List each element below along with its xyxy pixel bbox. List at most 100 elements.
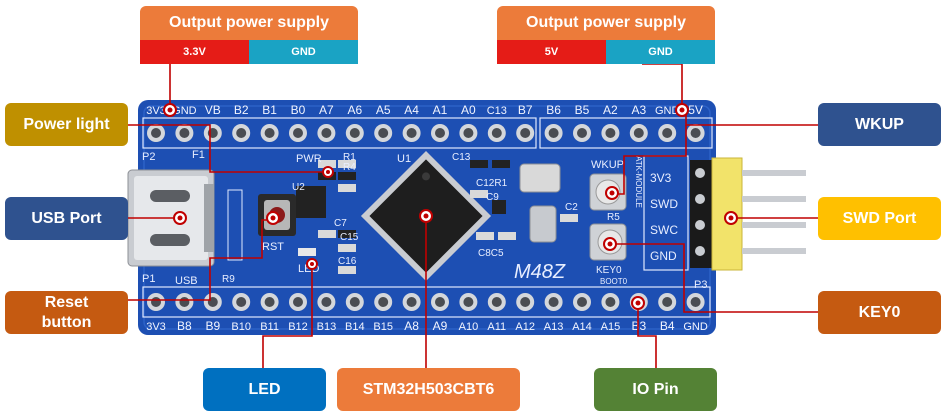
pin-label: B10 (231, 321, 251, 333)
pin-label: A0 (461, 103, 476, 117)
pin-label: A15 (601, 321, 621, 333)
pin-hole (605, 297, 616, 307)
pin-hole (236, 128, 247, 138)
callout-led: LED (203, 368, 326, 411)
silk-p2: P2 (142, 151, 155, 163)
silk-p3: P3 (694, 279, 707, 291)
silk-u1: U1 (397, 153, 411, 165)
pin-hole (179, 297, 190, 307)
supply-right-gnd: GND (606, 40, 715, 64)
pin-label: B13 (317, 321, 337, 333)
pin-hole (463, 297, 474, 307)
pin-label: A14 (572, 321, 592, 333)
callout-io-pin: IO Pin (594, 368, 717, 411)
silk-c12r1: C12R1 (476, 178, 508, 189)
pin-hole (264, 297, 275, 307)
callout-reset-button: Reset button (5, 291, 128, 334)
pin-label: 5V (688, 103, 703, 117)
pin-hole (321, 128, 332, 138)
silk-p1: P1 (142, 273, 155, 285)
pin-hole (378, 128, 389, 138)
pin-hole (662, 128, 673, 138)
pin-hole (690, 297, 701, 307)
pin-label: A6 (347, 103, 362, 117)
swd-label-3v3: 3V3 (650, 171, 672, 185)
swd-label-swd: SWD (650, 197, 678, 211)
silk-model: M48Z (514, 261, 566, 283)
pin-label: A13 (544, 321, 564, 333)
pin-hole (491, 297, 502, 307)
pin-label: B9 (205, 319, 220, 333)
pin-label: A11 (487, 321, 506, 333)
pin-hole (577, 297, 587, 307)
silk-c7: C7 (334, 218, 347, 229)
pin-label: A1 (433, 103, 448, 117)
supply-left-gnd: GND (249, 40, 358, 64)
silk-r9: R9 (222, 274, 235, 285)
silk-c8c5: C8C5 (478, 248, 504, 259)
silk-usb: USB (175, 275, 198, 287)
callout-mcu: STM32H503CBT6 (337, 368, 520, 411)
pin-hole (293, 128, 303, 138)
pin-label: B8 (177, 319, 192, 333)
silk-boot0: BOOT0 (600, 277, 628, 286)
supply-left-3v3: 3.3V (140, 40, 249, 64)
pin-label: A4 (404, 103, 419, 117)
pin-hole (349, 128, 360, 138)
pin-hole (491, 128, 502, 138)
pin-label: A10 (459, 321, 479, 333)
pin-label: GND (683, 321, 708, 333)
pin-label: VB (205, 103, 221, 117)
pin-hole (690, 128, 701, 138)
pin-label: A9 (433, 319, 448, 333)
silk-module: ATK-MODULE (634, 156, 643, 208)
pin-hole (349, 297, 360, 307)
swd-label-gnd: GND (650, 249, 677, 263)
silk-c16: C16 (338, 256, 357, 267)
pin-label: B11 (260, 321, 279, 333)
pin-hole (179, 128, 190, 138)
swd-label-swc: SWC (650, 223, 678, 237)
silk-wkup: WKUP (591, 159, 624, 171)
pin-hole (435, 128, 445, 138)
silk-c13: C13 (452, 152, 471, 163)
pin-hole (633, 128, 644, 138)
pin-label: B12 (288, 321, 308, 333)
crystal-part (519, 163, 561, 193)
pin-label: B15 (373, 321, 393, 333)
silk-f1: F1 (192, 149, 205, 161)
pin-label: B4 (660, 319, 675, 333)
pin-label: B7 (518, 103, 533, 117)
pin-label: 3V3 (146, 321, 166, 333)
pin-label: A8 (404, 319, 419, 333)
supply-right-5v: 5V (497, 40, 606, 64)
pin-label: A12 (515, 321, 535, 333)
pin-hole (435, 297, 445, 307)
pin-label: B6 (546, 103, 561, 117)
led-part (298, 248, 316, 256)
pin-label: B14 (345, 321, 365, 333)
pin-hole (321, 297, 332, 307)
silk-pwr: PWR (296, 153, 322, 165)
silk-rst: RST (262, 241, 284, 253)
pin-label: A3 (631, 103, 646, 117)
supply-left-title: Output power supply (140, 6, 358, 40)
silk-c2: C2 (565, 202, 578, 213)
silk-key0: KEY0 (596, 265, 622, 276)
pin-hole (605, 128, 616, 138)
silk-u2: U2 (292, 182, 305, 193)
pin-hole (520, 128, 531, 138)
pin-hole (406, 297, 417, 307)
pin-hole (293, 297, 303, 307)
pin-hole (151, 297, 161, 307)
pin-hole (406, 128, 417, 138)
pin-hole (548, 128, 559, 138)
callout-swd-port: SWD Port (818, 197, 941, 240)
pin-label: B0 (291, 103, 306, 117)
pin-label: C13 (487, 105, 507, 117)
swd-header (690, 157, 806, 271)
pin-label: B1 (262, 103, 277, 117)
silk-c15: C15 (340, 232, 359, 243)
pin-hole (236, 297, 247, 307)
pin-hole (463, 128, 474, 138)
